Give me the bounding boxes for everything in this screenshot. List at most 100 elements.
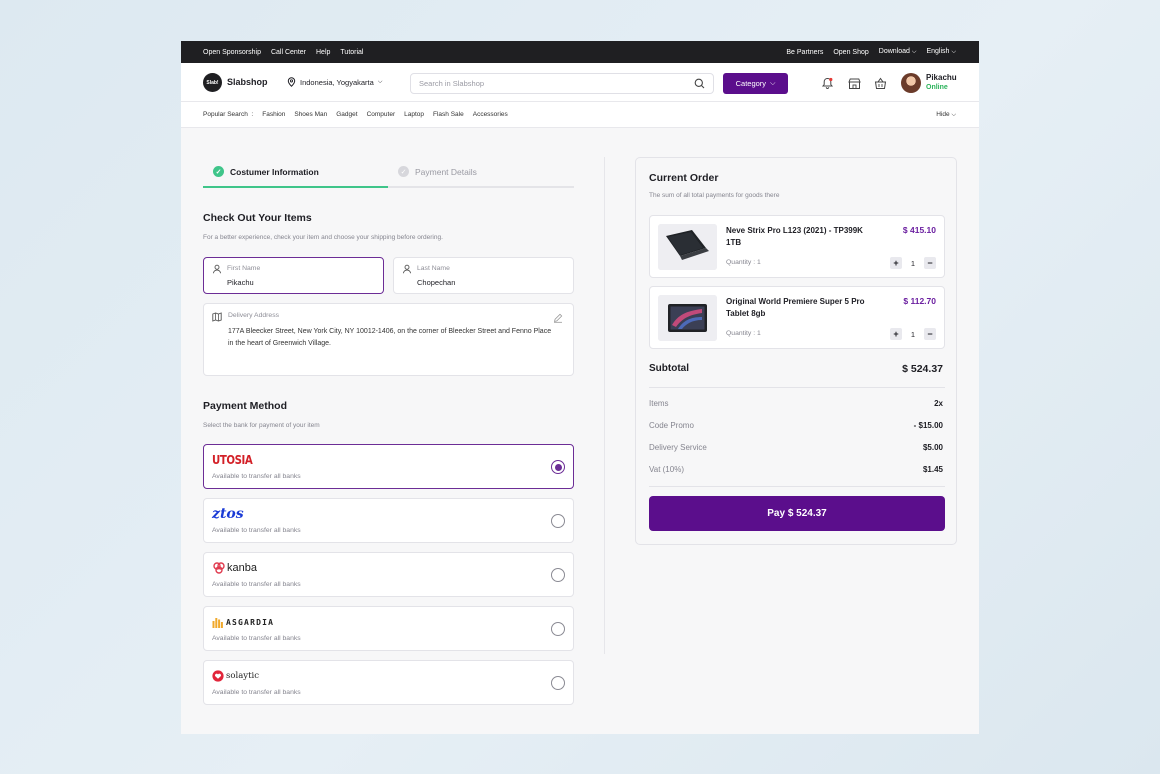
active-step-indicator: [203, 186, 388, 188]
tab-costumer-information[interactable]: ✓ Costumer Information: [213, 166, 319, 177]
first-name-field[interactable]: First Name Pikachu: [203, 257, 384, 294]
link-call-center[interactable]: Call Center: [271, 49, 306, 56]
product-quantity-label: Quantity : 1: [726, 330, 761, 337]
items-value: 2x: [934, 399, 943, 408]
download-dropdown[interactable]: Download ⌵: [879, 48, 917, 56]
radio-unselected[interactable]: [551, 514, 565, 528]
divider: [649, 486, 945, 487]
code-promo-value: - $15.00: [913, 421, 943, 430]
bell-icon[interactable]: [821, 77, 834, 90]
popular-item-accessories[interactable]: Accessories: [473, 111, 508, 118]
logo-mark: Slab!: [206, 79, 219, 86]
link-tutorial[interactable]: Tutorial: [340, 49, 363, 56]
delivery-address-field[interactable]: Delivery Address 177A Bleecker Street, N…: [203, 303, 574, 376]
chevron-down-icon: ⌵: [951, 49, 956, 55]
popular-item-fashion[interactable]: Fashion: [262, 111, 285, 118]
top-bar: Open Sponsorship Call Center Help Tutori…: [181, 41, 979, 63]
checkout-steps: ✓ Costumer Information ✓ Payment Details: [203, 157, 574, 188]
bank-option-kanba[interactable]: kanba Available to transfer all banks: [203, 552, 574, 597]
location-pin-icon: [287, 77, 296, 87]
subtotal-value: $ 524.37: [902, 363, 943, 375]
check-circle-icon: ✓: [398, 166, 409, 177]
radio-unselected[interactable]: [551, 568, 565, 582]
language-dropdown[interactable]: English ⌵: [926, 48, 956, 56]
hide-toggle[interactable]: Hide ⌵: [936, 111, 956, 119]
link-open-sponsorship[interactable]: Open Sponsorship: [203, 49, 261, 56]
vat-value: $1.45: [922, 465, 943, 474]
product-name[interactable]: Original World Premiere Super 5 Pro Tabl…: [726, 296, 866, 320]
tablet-image: [658, 295, 717, 341]
store-icon[interactable]: [848, 77, 861, 90]
user-name[interactable]: Pikachu: [926, 73, 957, 82]
category-label: Category: [735, 79, 767, 88]
radio-unselected[interactable]: [551, 676, 565, 690]
divider: [649, 387, 945, 388]
popular-search-bar: Popular Search : Fashion Shoes Man Gadge…: [181, 102, 979, 128]
link-help[interactable]: Help: [316, 49, 330, 56]
decrease-quantity-button[interactable]: −: [924, 328, 936, 340]
logo-icon[interactable]: Slab!: [203, 73, 222, 92]
kanba-mark-icon: [213, 562, 225, 574]
category-button[interactable]: Category ⌵: [723, 73, 788, 94]
step-label: Costumer Information: [230, 166, 319, 177]
bank-description: Available to transfer all banks: [212, 581, 301, 588]
popular-item-flash-sale[interactable]: Flash Sale: [433, 111, 464, 118]
asgardia-mark-icon: [212, 618, 223, 628]
product-name[interactable]: Neve Strix Pro L123 (2021) - TP399K 1TB: [726, 225, 866, 249]
brand-name[interactable]: Slabshop: [227, 77, 268, 87]
radio-unselected[interactable]: [551, 622, 565, 636]
increase-quantity-button[interactable]: +: [890, 328, 902, 340]
popular-item-laptop[interactable]: Laptop: [404, 111, 424, 118]
bank-description: Available to transfer all banks: [212, 689, 301, 696]
bank-option-asgardia[interactable]: ASGARDIA Available to transfer all banks: [203, 606, 574, 651]
popular-item-shoes-man[interactable]: Shoes Man: [294, 111, 327, 118]
search-icon[interactable]: [694, 78, 705, 89]
order-title: Current Order: [649, 172, 719, 184]
decrease-quantity-button[interactable]: −: [924, 257, 936, 269]
code-promo-label: Code Promo: [649, 421, 694, 430]
delivery-address-label: Delivery Address: [228, 312, 279, 319]
chevron-down-icon: ⌵: [770, 79, 776, 87]
checkout-subtitle: For a better experience, check your item…: [203, 234, 443, 241]
kanba-logo: kanba: [212, 560, 257, 576]
solaytic-heart-icon: [212, 670, 224, 682]
main-header: Slab! Slabshop Indonesia, Yogyakarta ⌵ S…: [181, 63, 979, 102]
app-frame: Open Sponsorship Call Center Help Tutori…: [181, 41, 979, 734]
basket-icon[interactable]: [874, 77, 887, 90]
quantity-value: 1: [910, 259, 915, 268]
location-selector[interactable]: Indonesia, Yogyakarta ⌵: [287, 77, 382, 87]
increase-quantity-button[interactable]: +: [890, 257, 902, 269]
user-icon: [213, 264, 221, 274]
last-name-value: Chopechan: [417, 278, 456, 287]
vat-label: Vat (10%): [649, 465, 684, 474]
tab-payment-details[interactable]: ✓ Payment Details: [398, 166, 477, 177]
bank-option-utosia[interactable]: UTOSIA Available to transfer all banks: [203, 444, 574, 489]
bank-option-solaytic[interactable]: solaytic Available to transfer all banks: [203, 660, 574, 705]
link-be-partners[interactable]: Be Partners: [786, 49, 823, 56]
product-price: $ 415.10: [902, 225, 936, 235]
map-icon: [212, 312, 222, 322]
hide-label: Hide: [936, 110, 950, 118]
pay-button[interactable]: Pay $ 524.37: [649, 496, 945, 531]
last-name-field[interactable]: Last Name Chopechan: [393, 257, 574, 294]
delivery-service-value: $5.00: [922, 443, 943, 452]
bank-option-ztos[interactable]: ztos Available to transfer all banks: [203, 498, 574, 543]
avatar[interactable]: [901, 73, 921, 93]
radio-selected[interactable]: [551, 460, 565, 474]
checkout-title: Check Out Your Items: [203, 212, 312, 224]
search-input[interactable]: Search in Slabshop: [410, 73, 714, 94]
chevron-down-icon: ⌵: [951, 111, 956, 118]
order-item: Original World Premiere Super 5 Pro Tabl…: [649, 286, 945, 349]
chevron-down-icon: ⌵: [911, 49, 917, 55]
delivery-address-value: 177A Bleecker Street, New York City, NY …: [228, 328, 552, 347]
edit-icon[interactable]: [553, 313, 563, 323]
solaytic-logo: solaytic: [212, 668, 259, 684]
popular-item-computer[interactable]: Computer: [367, 111, 396, 118]
user-status: Online: [926, 84, 948, 91]
column-divider: [604, 157, 605, 654]
ztos-logo: ztos: [212, 506, 244, 522]
chevron-down-icon: ⌵: [377, 78, 383, 85]
popular-item-gadget[interactable]: Gadget: [336, 111, 357, 118]
link-open-shop[interactable]: Open Shop: [833, 49, 868, 56]
payment-method-title: Payment Method: [203, 400, 288, 412]
